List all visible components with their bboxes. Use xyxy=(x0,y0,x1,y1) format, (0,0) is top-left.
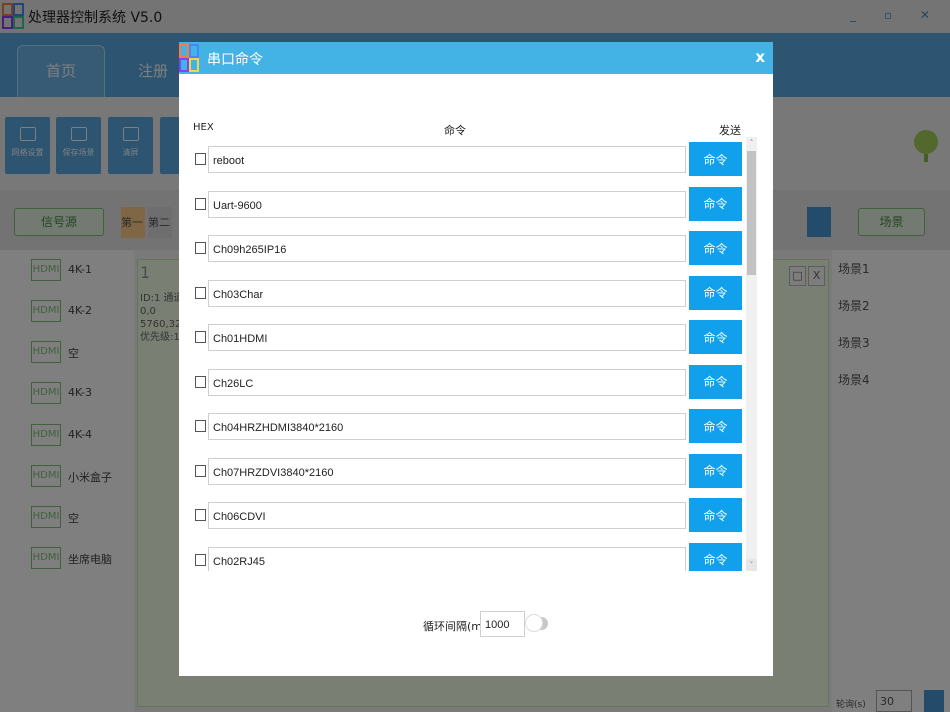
command-input[interactable] xyxy=(208,279,686,307)
hex-checkbox[interactable] xyxy=(195,553,206,566)
send-command-button[interactable]: 命令 xyxy=(689,542,742,571)
toggle-knob xyxy=(525,614,543,632)
send-command-button[interactable]: 命令 xyxy=(689,231,742,265)
command-input[interactable] xyxy=(208,146,686,173)
scroll-up-icon[interactable]: ˄ xyxy=(746,137,757,149)
hex-checkbox[interactable] xyxy=(195,286,206,299)
scroll-down-icon[interactable]: ˅ xyxy=(746,559,757,571)
command-input[interactable] xyxy=(208,368,686,396)
command-row: 命令 xyxy=(179,406,749,450)
hex-checkbox[interactable] xyxy=(195,375,206,388)
scroll-thumb[interactable] xyxy=(747,151,756,275)
hex-checkbox[interactable] xyxy=(195,464,206,477)
hex-checkbox[interactable] xyxy=(195,242,206,254)
send-command-button[interactable]: 命令 xyxy=(689,320,742,354)
send-command-button[interactable]: 命令 xyxy=(689,453,742,488)
command-row: 命令 xyxy=(179,228,749,272)
command-row: 命令 xyxy=(179,184,749,228)
loop-toggle[interactable] xyxy=(525,614,548,632)
command-list: 命令 命令 命令 命令 命令 命令 命令 xyxy=(179,139,773,571)
hex-checkbox[interactable] xyxy=(195,197,206,210)
command-input[interactable] xyxy=(208,502,686,529)
command-row: 命令 xyxy=(179,451,749,495)
send-command-button[interactable]: 命令 xyxy=(689,364,742,399)
app-logo-icon xyxy=(179,44,199,72)
send-command-button[interactable]: 命令 xyxy=(689,409,742,443)
send-command-button[interactable]: 命令 xyxy=(689,142,742,176)
command-input[interactable] xyxy=(208,324,686,351)
command-row: 命令 xyxy=(179,495,749,539)
list-scrollbar[interactable]: ˄ ˅ xyxy=(746,137,757,571)
command-row: 命令 xyxy=(179,273,749,317)
command-row: 命令 xyxy=(179,362,749,406)
close-button[interactable]: x xyxy=(755,48,765,66)
command-row: 命令 xyxy=(179,317,749,361)
hex-checkbox[interactable] xyxy=(195,153,206,165)
send-command-button[interactable]: 命令 xyxy=(689,275,742,310)
command-input[interactable] xyxy=(208,190,686,218)
send-command-button[interactable]: 命令 xyxy=(689,498,742,532)
command-input[interactable] xyxy=(208,457,686,485)
send-command-button[interactable]: 命令 xyxy=(689,186,742,221)
hex-checkbox[interactable] xyxy=(195,420,206,432)
hex-checkbox[interactable] xyxy=(195,331,206,343)
command-input[interactable] xyxy=(208,235,686,262)
loop-interval-input[interactable] xyxy=(480,611,525,637)
hex-checkbox[interactable] xyxy=(195,509,206,521)
command-row: 命令 xyxy=(179,540,749,571)
dialog-title: 串口命令 xyxy=(207,52,263,68)
command-input[interactable] xyxy=(208,413,686,440)
command-input[interactable] xyxy=(208,546,686,571)
command-row: 命令 xyxy=(179,139,749,183)
column-header-hex: HEX xyxy=(193,122,214,133)
column-header-command: 命令 xyxy=(444,124,466,137)
serial-command-dialog: 串口命令 x HEX 命令 发送 命令 命令 命令 命令 命令 xyxy=(179,42,773,676)
column-header-send: 发送 xyxy=(719,124,741,137)
dialog-header: 串口命令 x xyxy=(179,42,773,74)
